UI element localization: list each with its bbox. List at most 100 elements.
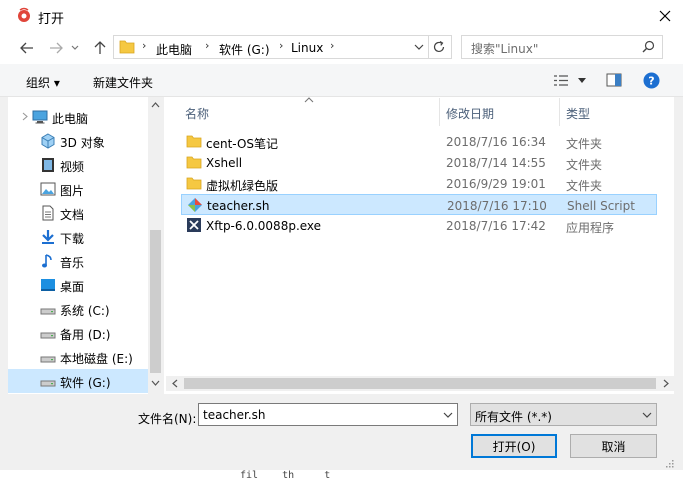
column-header-type[interactable]: 类型 (566, 105, 590, 133)
nav-item[interactable]: 备用 (D:) (8, 321, 148, 345)
navigation-pane: 此电脑 3D 对象 视频图片文档下载音乐桌面系统 (C:) 备用 (D:) 本地磁盘 (… (8, 97, 163, 394)
chevron-right-icon[interactable] (663, 379, 669, 388)
cancel-button[interactable]: 取消 (570, 434, 657, 458)
scrollbar-thumb[interactable] (184, 378, 656, 389)
nav-item-label: 软件 (G:) (60, 376, 111, 390)
breadcrumb-linux[interactable]: Linux (291, 41, 323, 55)
scrollbar-thumb[interactable] (150, 230, 161, 373)
view-options-icon[interactable] (553, 74, 569, 87)
nav-item[interactable]: 桌面 (8, 273, 148, 297)
new-folder-button[interactable]: 新建文件夹 (93, 74, 153, 91)
help-icon[interactable]: ? (643, 72, 660, 89)
nav-item-label: 图片 (60, 184, 85, 198)
nav-item-label: 系统 (C:) (60, 304, 110, 318)
forward-arrow-icon (50, 42, 63, 54)
nav-item[interactable]: 3D 对象 (8, 129, 148, 153)
computer-icon (32, 109, 48, 125)
svg-text:?: ? (648, 75, 654, 88)
file-date: 2018/7/16 17:10 (447, 199, 547, 213)
file-date: 2016/9/29 19:01 (446, 177, 546, 191)
nav-item[interactable]: 音乐 (8, 249, 148, 273)
chevron-down-icon[interactable] (578, 78, 586, 84)
chevron-left-icon[interactable] (172, 379, 178, 388)
breadcrumb-separator: › (279, 39, 284, 52)
breadcrumb-this-pc[interactable]: 此电脑 (156, 41, 192, 58)
file-type-filter[interactable]: 所有文件 (*.*) (470, 403, 657, 426)
file-type: 文件夹 (566, 137, 603, 151)
documents-icon (40, 205, 56, 221)
up-arrow-icon (94, 41, 106, 54)
nav-item[interactable]: 系统 (C:) (8, 297, 148, 321)
file-row[interactable]: teacher.sh 2018/7/16 17:10 Shell Script (181, 194, 657, 215)
file-type: Shell Script (567, 199, 635, 213)
up-button[interactable] (89, 37, 111, 59)
app-icon (18, 7, 30, 22)
forward-button[interactable] (45, 37, 67, 59)
open-button[interactable]: 打开(O) (471, 434, 557, 458)
filename-label: 文件名(N): (138, 412, 197, 426)
chevron-down-icon (71, 45, 79, 50)
filename-input[interactable]: teacher.sh (198, 403, 458, 426)
nav-item-label: 文档 (60, 208, 85, 222)
nav-item-label: 本地磁盘 (E:) (60, 352, 133, 366)
chevron-right-icon[interactable] (22, 110, 28, 124)
column-header-name[interactable]: 名称 (185, 105, 209, 133)
close-button[interactable] (646, 0, 683, 32)
nav-item[interactable]: 本地磁盘 (E:) (8, 345, 148, 369)
divider (428, 36, 429, 58)
breadcrumb-drive-g[interactable]: 软件 (G:) (219, 41, 270, 58)
nav-item[interactable]: 软件 (G:) (8, 369, 148, 393)
folder-icon (186, 133, 202, 152)
nav-item[interactable]: 下载 (8, 225, 148, 249)
chevron-down-icon[interactable] (151, 380, 160, 386)
chevron-down-icon[interactable] (443, 412, 453, 419)
command-bar: 组织 ▾ 新建文件夹 ? (0, 64, 683, 97)
file-type: 应用程序 (566, 221, 615, 235)
column-header-date[interactable]: 修改日期 (446, 105, 494, 133)
file-name: cent-OS笔记 (206, 137, 279, 151)
file-date: 2018/7/14 14:55 (446, 156, 546, 170)
nav-item[interactable]: 图片 (8, 177, 148, 201)
window-title: 打开 (38, 12, 65, 27)
nav-item[interactable]: 此电脑 (8, 105, 148, 129)
organize-button[interactable]: 组织 ▾ (26, 74, 60, 91)
recent-locations-button[interactable] (68, 37, 82, 59)
folder-icon (119, 40, 135, 54)
address-bar[interactable]: › 此电脑 › 软件 (G:) › Linux › (113, 35, 452, 59)
nav-item[interactable]: 文档 (8, 201, 148, 225)
chevron-up-icon[interactable] (151, 102, 160, 108)
nav-item-label: 桌面 (60, 280, 85, 294)
nav-vertical-scrollbar[interactable] (148, 97, 163, 394)
file-row[interactable]: 虚拟机绿色版 2016/9/29 19:01 文件夹 (181, 173, 657, 194)
preview-pane-icon[interactable] (606, 73, 622, 87)
chevron-down-icon (642, 412, 652, 418)
sort-ascending-icon (304, 97, 314, 103)
file-row[interactable]: Xshell 2018/7/14 14:55 文件夹 (181, 152, 657, 173)
back-button[interactable] (16, 37, 38, 59)
file-name: 虚拟机绿色版 (206, 179, 279, 193)
list-horizontal-scrollbar[interactable] (166, 376, 674, 391)
search-box[interactable]: 搜索"Linux" (461, 35, 663, 59)
chevron-down-icon[interactable] (414, 44, 424, 51)
pictures-icon (40, 181, 56, 197)
open-file-dialog: 打开 › 此电脑 › 软件 (G:) › Linux › 搜索"Linux" 组… (0, 0, 683, 470)
exe-icon (186, 217, 202, 236)
file-type: 文件夹 (566, 179, 603, 193)
file-type-value: 所有文件 (*.*) (475, 410, 552, 424)
file-row[interactable]: cent-OS笔记 2018/7/16 16:34 文件夹 (181, 131, 657, 152)
breadcrumb-separator: › (142, 39, 147, 52)
drive-icon (40, 349, 56, 365)
nav-item-label: 备用 (D:) (60, 328, 111, 342)
column-divider (439, 98, 440, 126)
resize-grip-icon[interactable] (664, 458, 674, 468)
drive-icon (40, 301, 56, 317)
file-name: Xshell (206, 156, 243, 170)
nav-item-label: 下载 (60, 232, 85, 246)
nav-item[interactable]: 视频 (8, 153, 148, 177)
refresh-icon[interactable] (432, 40, 446, 54)
file-name: Xftp-6.0.0088p.exe (206, 219, 322, 233)
file-date: 2018/7/16 17:42 (446, 219, 546, 233)
search-icon[interactable] (642, 40, 655, 53)
file-row[interactable]: Xftp-6.0.0088p.exe 2018/7/16 17:42 应用程序 (181, 215, 657, 236)
script-icon (187, 197, 203, 216)
